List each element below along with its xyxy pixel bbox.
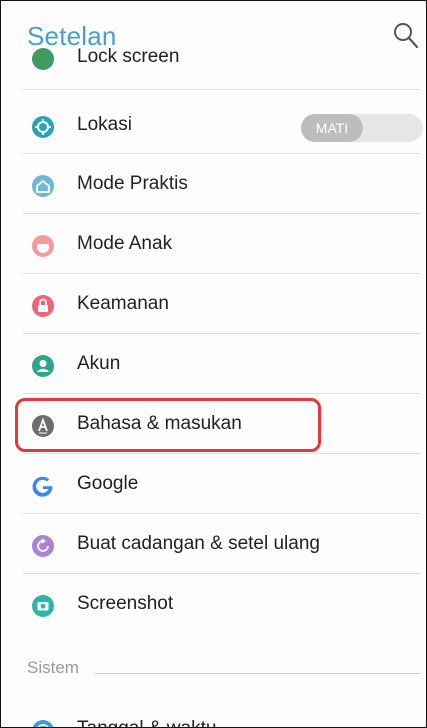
backup-icon (32, 535, 54, 557)
divider (23, 273, 421, 274)
section-header-sistem: Sistem (27, 658, 79, 677)
google-icon (32, 476, 53, 497)
settings-item-label: Tanggal & waktu (77, 718, 216, 727)
settings-item-google[interactable]: Google (1, 456, 426, 516)
divider (23, 89, 421, 90)
settings-item-label: Mode Praktis (77, 173, 188, 194)
toggle-state: MATI (301, 114, 363, 142)
section-divider (95, 673, 421, 674)
lock-icon (32, 295, 54, 317)
location-toggle[interactable]: MATI (301, 114, 423, 142)
screen-frame: Setelan Lock screen Lokasi MATI Mode Pra… (0, 0, 427, 728)
divider (23, 573, 421, 574)
divider (23, 513, 421, 514)
home-icon (32, 175, 54, 197)
settings-item-label: Mode Anak (77, 233, 173, 254)
highlight-box (15, 398, 321, 452)
kid-face-icon (32, 235, 54, 257)
settings-item-mode-anak[interactable]: Mode Anak (1, 216, 426, 276)
settings-item-akun[interactable]: Akun (1, 336, 426, 396)
settings-item-lokasi[interactable]: Lokasi MATI (1, 97, 426, 157)
settings-item-mode-praktis[interactable]: Mode Praktis (1, 156, 426, 216)
settings-item-label: Screenshot (77, 593, 174, 614)
account-icon (32, 355, 54, 377)
lock-screen-icon (32, 48, 54, 70)
settings-item-label: Google (77, 473, 139, 494)
settings-item-tanggal[interactable]: Tanggal & waktu (1, 701, 426, 727)
clock-icon (32, 720, 54, 727)
settings-item-label: Buat cadangan & setel ulang (77, 533, 320, 554)
settings-item-label: Keamanan (77, 293, 169, 314)
settings-item-screenshot[interactable]: Screenshot (1, 576, 426, 636)
divider (23, 393, 421, 394)
divider (23, 333, 421, 334)
settings-item-label: Lokasi (77, 114, 132, 135)
divider (23, 153, 421, 154)
settings-item-label: Lock screen (77, 46, 180, 67)
settings-item-keamanan[interactable]: Keamanan (1, 276, 426, 336)
divider (23, 213, 421, 214)
screenshot-icon (32, 595, 54, 617)
settings-item-lock-screen[interactable]: Lock screen (1, 29, 426, 89)
divider (23, 453, 421, 454)
settings-item-label: Akun (77, 353, 121, 374)
settings-item-backup[interactable]: Buat cadangan & setel ulang (1, 516, 426, 576)
location-icon (32, 116, 54, 138)
